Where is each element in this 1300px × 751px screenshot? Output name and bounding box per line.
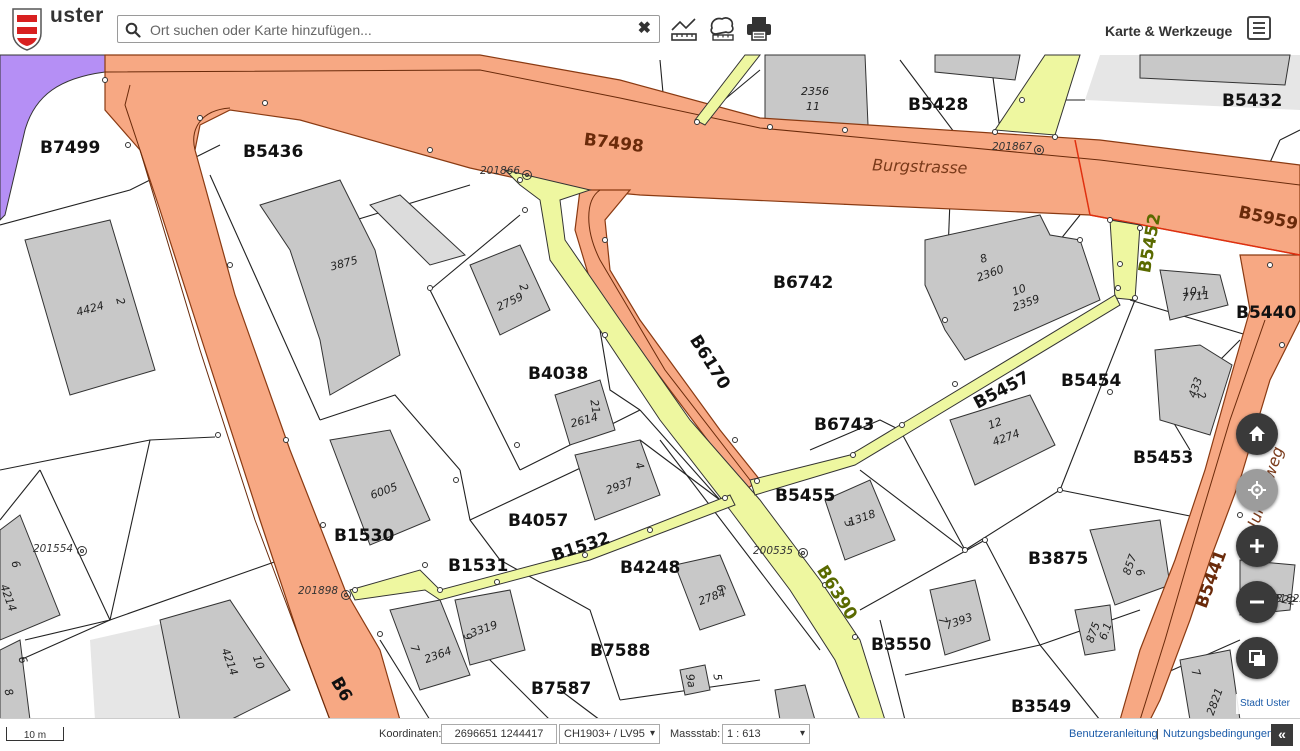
attribution[interactable]: Stadt Uster <box>1236 694 1294 714</box>
parcel-label: B3550 <box>871 635 931 655</box>
parcel-label: B5436 <box>243 142 303 162</box>
point-id: 201866 <box>480 165 520 177</box>
parcel-label: B4057 <box>508 511 568 531</box>
building-number: 21 <box>587 398 602 414</box>
map-canvas[interactable]: 201866 201867 201554 201898 200535 20182… <box>0 0 1300 750</box>
zoom-in-icon <box>1250 539 1264 553</box>
parcel-label: B4038 <box>528 364 588 384</box>
parcel-label: B4248 <box>620 558 680 578</box>
parcel-label: B6743 <box>814 415 874 435</box>
search-input[interactable] <box>148 19 622 41</box>
logo[interactable]: uster <box>8 4 108 52</box>
scale-bar: 10 m <box>6 727 64 741</box>
building-number: 2356 <box>801 85 829 98</box>
building-number: 5 <box>710 673 724 682</box>
draw-icon <box>710 17 734 41</box>
header: uster ✖ <box>0 0 1300 56</box>
parcel-label: B6170 <box>685 332 734 394</box>
menu-button[interactable] <box>1247 16 1271 40</box>
print-button[interactable] <box>744 14 774 44</box>
coords-label: Koordinaten: <box>379 728 442 740</box>
search-box[interactable]: ✖ <box>117 15 660 43</box>
parcel-label: B5432 <box>1222 91 1282 111</box>
parcel-label: B6742 <box>773 273 833 293</box>
zoom-in-button[interactable] <box>1236 525 1278 567</box>
parcel-label: B7587 <box>531 679 591 699</box>
footer: 10 m Koordinaten: 2696651 1244417 CH1903… <box>0 718 1300 751</box>
parcel-label: B7499 <box>40 138 100 158</box>
collapse-button[interactable]: « <box>1271 724 1293 746</box>
draw-button[interactable] <box>707 14 737 44</box>
parcel-label: B5454 <box>1061 371 1121 391</box>
parcel-label: B5453 <box>1133 448 1193 468</box>
layers-icon <box>1249 650 1265 666</box>
point-id: 201867 <box>992 141 1032 153</box>
building-number: 7711 <box>1181 289 1210 304</box>
street-name: Burgstrasse <box>872 155 968 177</box>
locate-icon <box>1248 481 1266 499</box>
print-icon <box>747 17 771 41</box>
clear-icon[interactable]: ✖ <box>638 20 651 38</box>
home-icon <box>1249 426 1265 441</box>
city-shield-icon <box>12 8 42 51</box>
scale-bar-label: 10 m <box>23 730 47 741</box>
point-id: 201554 <box>33 543 73 555</box>
coords-field[interactable]: 2696651 1244417 <box>441 724 557 744</box>
building-number: 11 <box>806 100 820 113</box>
zoom-out-button[interactable] <box>1236 581 1278 623</box>
parcel-label: B3875 <box>1028 549 1088 569</box>
scale-label: Massstab: <box>670 728 721 740</box>
point-id: 200535 <box>753 545 793 557</box>
parcel-label: B3549 <box>1011 697 1071 717</box>
manual-link[interactable]: Benutzeranleitung <box>1069 728 1158 740</box>
locate-button[interactable] <box>1236 469 1278 511</box>
chevron-down-icon: ▾ <box>799 728 805 739</box>
parcel-label: B5440 <box>1236 303 1296 323</box>
crs-select[interactable]: CH1903+ / LV95 ▾ <box>559 724 660 744</box>
scale-select[interactable]: 1 : 613 ▾ <box>722 724 810 744</box>
zoom-out-icon <box>1250 600 1264 604</box>
layers-button[interactable] <box>1236 637 1278 679</box>
parcel-label: B1530 <box>334 526 394 546</box>
building-number: 9a <box>683 673 698 689</box>
parcel-label: B7588 <box>590 641 650 661</box>
home-button[interactable] <box>1236 413 1278 455</box>
parcel-label: B5428 <box>908 95 968 115</box>
chevron-down-icon: ▾ <box>649 728 655 739</box>
terms-link[interactable]: Nutzungsbedingungen <box>1163 728 1273 740</box>
parcel-label: B5455 <box>775 486 835 506</box>
measure-button[interactable] <box>669 14 699 44</box>
search-icon <box>125 22 141 38</box>
scale-value: 1 : 613 <box>727 728 761 740</box>
menu-title[interactable]: Karte & Werkzeuge <box>1105 23 1232 39</box>
app-logo-text: uster <box>50 4 104 27</box>
measure-icon <box>671 18 697 41</box>
menu-panel: Karte & Werkzeuge <box>1092 2 1297 54</box>
link-separator: | <box>1156 728 1159 740</box>
parcel-label: B1531 <box>448 556 508 576</box>
crs-value: CH1903+ / LV95 <box>564 728 645 740</box>
point-id: 201898 <box>298 585 338 597</box>
